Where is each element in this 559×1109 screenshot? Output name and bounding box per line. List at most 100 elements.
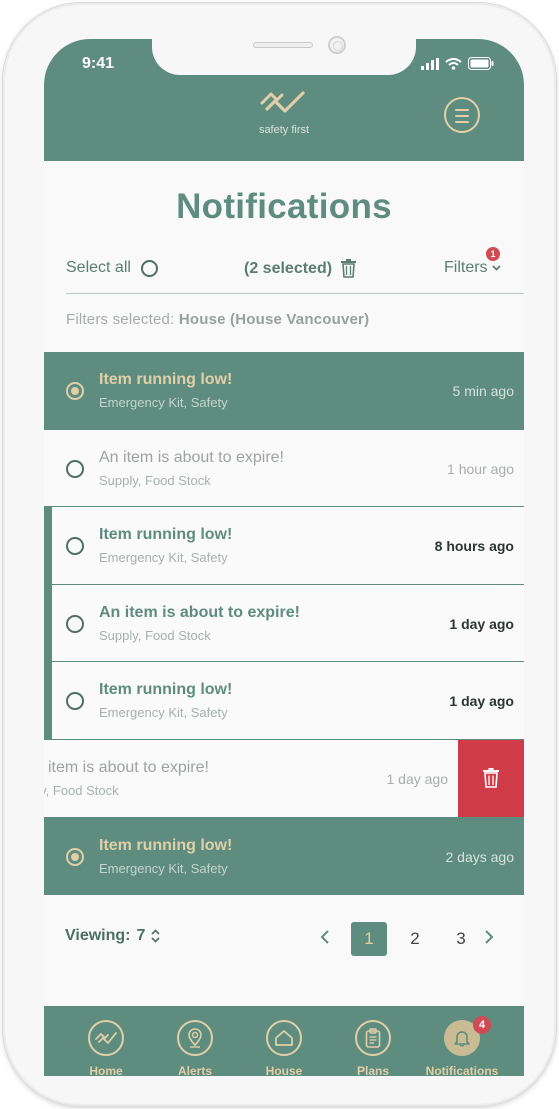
tab-house[interactable]: House	[239, 1020, 329, 1076]
filters-count-badge: 1	[486, 247, 500, 261]
chevron-right-icon	[485, 930, 494, 944]
previous-page-button[interactable]	[320, 925, 330, 951]
page-button-2[interactable]: 2	[397, 922, 433, 956]
phone-frame: 9:41 safety first Notifications Select a…	[3, 3, 556, 1106]
unread-indicator	[44, 662, 52, 739]
notification-row[interactable]: Item running low! Emergency Kit, Safety …	[44, 662, 524, 740]
row-select-radio[interactable]	[66, 692, 84, 711]
screen: 9:41 safety first Notifications Select a…	[44, 39, 524, 1076]
filters-selected-label: Filters selected:	[66, 311, 175, 328]
notification-time: 5 min ago	[452, 383, 514, 399]
delete-row-button[interactable]	[458, 739, 524, 817]
chevron-down-icon	[491, 265, 501, 271]
page-button-1[interactable]: 1	[351, 922, 387, 956]
tab-home[interactable]: Home	[61, 1020, 151, 1076]
hamburger-icon	[455, 109, 469, 111]
selected-count-label: (2 selected)	[244, 259, 333, 277]
notification-time: 1 day ago	[386, 770, 449, 787]
notification-row-swiped[interactable]: item is about to expire! ply, Food Stock…	[44, 739, 524, 818]
notification-subtitle: Emergency Kit, Safety	[99, 550, 228, 566]
toolbar-divider	[66, 293, 524, 294]
tab-label: Plans	[356, 1064, 389, 1076]
house-icon	[266, 1020, 302, 1056]
notification-time: 1 day ago	[449, 615, 514, 632]
unread-indicator	[44, 584, 52, 662]
row-select-radio[interactable]	[66, 614, 84, 633]
notification-subtitle: Emergency Kit, Safety	[99, 395, 228, 410]
row-select-radio[interactable]	[66, 537, 84, 556]
tab-label: Alerts	[177, 1064, 212, 1076]
select-all-radio[interactable]	[140, 259, 158, 277]
notification-title: Item running low!	[99, 371, 233, 388]
chevron-up-down-icon	[151, 929, 160, 943]
notification-row[interactable]: An item is about to expire! Supply, Food…	[44, 584, 524, 663]
speaker-grille	[253, 42, 313, 48]
notification-subtitle: ply, Food Stock	[44, 782, 119, 798]
select-all-control[interactable]: Select all	[66, 259, 158, 277]
notification-row[interactable]: Item running low! Emergency Kit, Safety …	[44, 507, 524, 585]
tab-plans[interactable]: Plans	[328, 1020, 418, 1076]
filters-selected: Filters selected: House (House Vancouver…	[66, 311, 369, 328]
clipboard-icon	[355, 1020, 391, 1056]
tab-label: Home	[89, 1064, 123, 1076]
next-page-button[interactable]	[484, 925, 494, 951]
safety-first-logo-icon	[260, 91, 305, 113]
page-title: Notifications	[176, 187, 392, 226]
notification-subtitle: Emergency Kit, Safety	[99, 860, 228, 876]
bottom-tab-bar: Home Alerts House Plans Notifications 4	[44, 1006, 524, 1076]
unread-indicator	[44, 507, 52, 584]
trash-icon	[483, 768, 499, 789]
tab-alerts[interactable]: Alerts	[150, 1020, 240, 1076]
location-pin-icon	[177, 1020, 213, 1056]
filters-selected-value: House (House Vancouver)	[178, 311, 370, 328]
hamburger-icon-line	[455, 115, 469, 117]
notifications-list: Item running low! Emergency Kit, Safety …	[44, 352, 524, 896]
pagination: Viewing: 7 1 2 3	[65, 919, 515, 956]
page-button-3[interactable]: 3	[443, 922, 479, 956]
notification-row[interactable]: Item running low! Emergency Kit, Safety …	[44, 817, 524, 896]
notification-title: Item running low!	[99, 681, 233, 699]
select-all-label: Select all	[66, 259, 131, 276]
notification-title: Item running low!	[99, 836, 233, 854]
status-icons	[421, 57, 494, 70]
notification-row[interactable]: Item running low! Emergency Kit, Safety …	[44, 352, 524, 430]
tab-label: House	[265, 1064, 303, 1076]
hamburger-icon-line	[455, 121, 469, 123]
status-time: 9:41	[82, 55, 115, 72]
filters-button[interactable]: Filters	[444, 259, 501, 277]
row-select-radio[interactable]	[66, 459, 84, 478]
menu-button[interactable]	[444, 97, 480, 133]
notification-time: 2 days ago	[445, 848, 515, 865]
logo-text: safety first	[258, 124, 310, 136]
notification-title: An item is about to expire!	[99, 448, 284, 466]
row-select-radio[interactable]	[66, 382, 84, 400]
trash-icon[interactable]	[341, 259, 357, 278]
front-camera	[328, 36, 346, 54]
app-header: 9:41 safety first	[44, 39, 524, 161]
notification-time: 1 hour ago	[447, 460, 514, 477]
tab-notifications[interactable]: Notifications	[417, 1020, 507, 1076]
row-select-radio[interactable]	[66, 847, 84, 866]
notification-time: 8 hours ago	[434, 538, 514, 555]
notification-subtitle: Emergency Kit, Safety	[99, 705, 228, 721]
notification-subtitle: Supply, Food Stock	[99, 472, 211, 488]
notification-time: 1 day ago	[449, 693, 514, 710]
chevron-left-icon	[320, 930, 329, 944]
viewing-select[interactable]: Viewing: 7	[65, 927, 160, 945]
logo[interactable]: safety first	[250, 89, 318, 136]
list-toolbar: Select all (2 selected) Filters 1	[66, 247, 524, 279]
notifications-count-badge: 4	[473, 1016, 491, 1034]
selected-count: (2 selected)	[244, 259, 357, 278]
wifi-icon	[445, 57, 462, 70]
signal-icon	[421, 57, 439, 70]
battery-icon	[468, 57, 494, 70]
notification-title: An item is about to expire!	[99, 603, 300, 621]
notification-row[interactable]: An item is about to expire! Supply, Food…	[44, 429, 524, 508]
viewing-label: Viewing:	[65, 927, 131, 944]
viewing-value: 7	[136, 927, 146, 944]
filters-label: Filters	[444, 259, 488, 276]
notification-title: item is about to expire!	[48, 758, 209, 776]
notification-title: Item running low!	[99, 526, 233, 544]
tab-label: Notifications	[425, 1064, 499, 1076]
activity-icon	[88, 1020, 124, 1056]
